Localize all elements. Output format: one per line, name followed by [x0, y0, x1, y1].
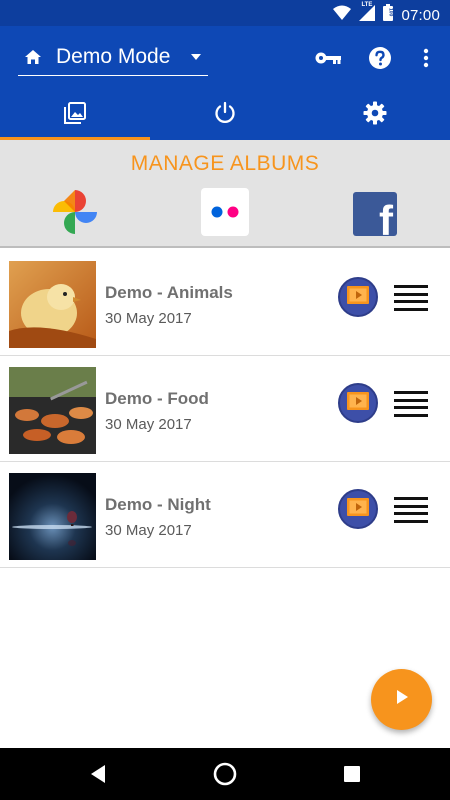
- slideshow-play-icon: [347, 497, 369, 521]
- wifi-icon: [333, 5, 352, 26]
- tab-settings[interactable]: [300, 90, 450, 140]
- list-item[interactable]: Demo - Food 30 May 2017: [0, 356, 450, 462]
- manage-albums-title: MANAGE ALBUMS: [130, 152, 320, 175]
- google-photos-button[interactable]: [51, 188, 99, 241]
- play-slideshow-button[interactable]: [338, 277, 378, 317]
- status-time: 07:00: [401, 6, 440, 24]
- album-name: Demo - Food: [105, 389, 209, 408]
- album-date: 30 May 2017: [105, 310, 192, 327]
- play-slideshow-button[interactable]: [338, 489, 378, 529]
- reorder-handle[interactable]: [394, 391, 428, 417]
- battery-icon: 100: [383, 4, 394, 26]
- battery-level-label: 100: [387, 8, 394, 17]
- key-icon[interactable]: [312, 42, 344, 74]
- album-name: Demo - Animals: [105, 283, 233, 302]
- flickr-icon: [201, 187, 249, 241]
- tab-power[interactable]: [150, 90, 300, 140]
- list-item[interactable]: Demo - Animals 30 May 2017: [0, 250, 450, 356]
- mode-label: Demo Mode: [56, 44, 171, 68]
- mode-selector[interactable]: Demo Mode: [18, 38, 208, 76]
- flickr-button[interactable]: [201, 187, 249, 241]
- play-icon: [394, 689, 410, 710]
- overflow-menu-icon[interactable]: [410, 42, 442, 74]
- album-date: 30 May 2017: [105, 522, 192, 539]
- power-icon: [213, 101, 237, 130]
- reorder-handle[interactable]: [394, 497, 428, 523]
- album-thumbnail[interactable]: [9, 367, 96, 454]
- facebook-button[interactable]: f: [351, 190, 399, 238]
- gear-icon: [363, 101, 387, 130]
- google-photos-icon: [51, 188, 99, 241]
- slideshow-play-icon: [347, 391, 369, 415]
- app-bar: Demo Mode: [0, 26, 450, 90]
- home-nav-icon[interactable]: [213, 762, 237, 786]
- tab-albums[interactable]: [0, 90, 150, 140]
- album-thumbnail[interactable]: [9, 261, 96, 348]
- facebook-icon: f: [353, 192, 397, 236]
- list-item[interactable]: Demo - Night 30 May 2017: [0, 462, 450, 568]
- recents-icon[interactable]: [340, 762, 364, 786]
- photo-album-icon: [63, 101, 87, 130]
- home-icon: [20, 44, 46, 70]
- album-date: 30 May 2017: [105, 416, 192, 433]
- status-bar: LTE 100 07:00: [0, 0, 450, 26]
- help-icon[interactable]: [364, 42, 396, 74]
- tab-bar: [0, 90, 450, 140]
- album-thumbnail[interactable]: [9, 473, 96, 560]
- start-slideshow-fab[interactable]: [371, 669, 432, 730]
- album-name: Demo - Night: [105, 495, 211, 514]
- reorder-handle[interactable]: [394, 285, 428, 311]
- slideshow-play-icon: [347, 285, 369, 309]
- network-type-label: LTE: [361, 1, 373, 8]
- manage-albums-panel: MANAGE ALBUMS f: [0, 140, 450, 248]
- dropdown-caret-icon: [186, 47, 206, 67]
- back-icon[interactable]: [86, 762, 110, 786]
- system-nav-bar: [0, 748, 450, 800]
- cellular-signal-icon: LTE: [359, 1, 376, 26]
- play-slideshow-button[interactable]: [338, 383, 378, 423]
